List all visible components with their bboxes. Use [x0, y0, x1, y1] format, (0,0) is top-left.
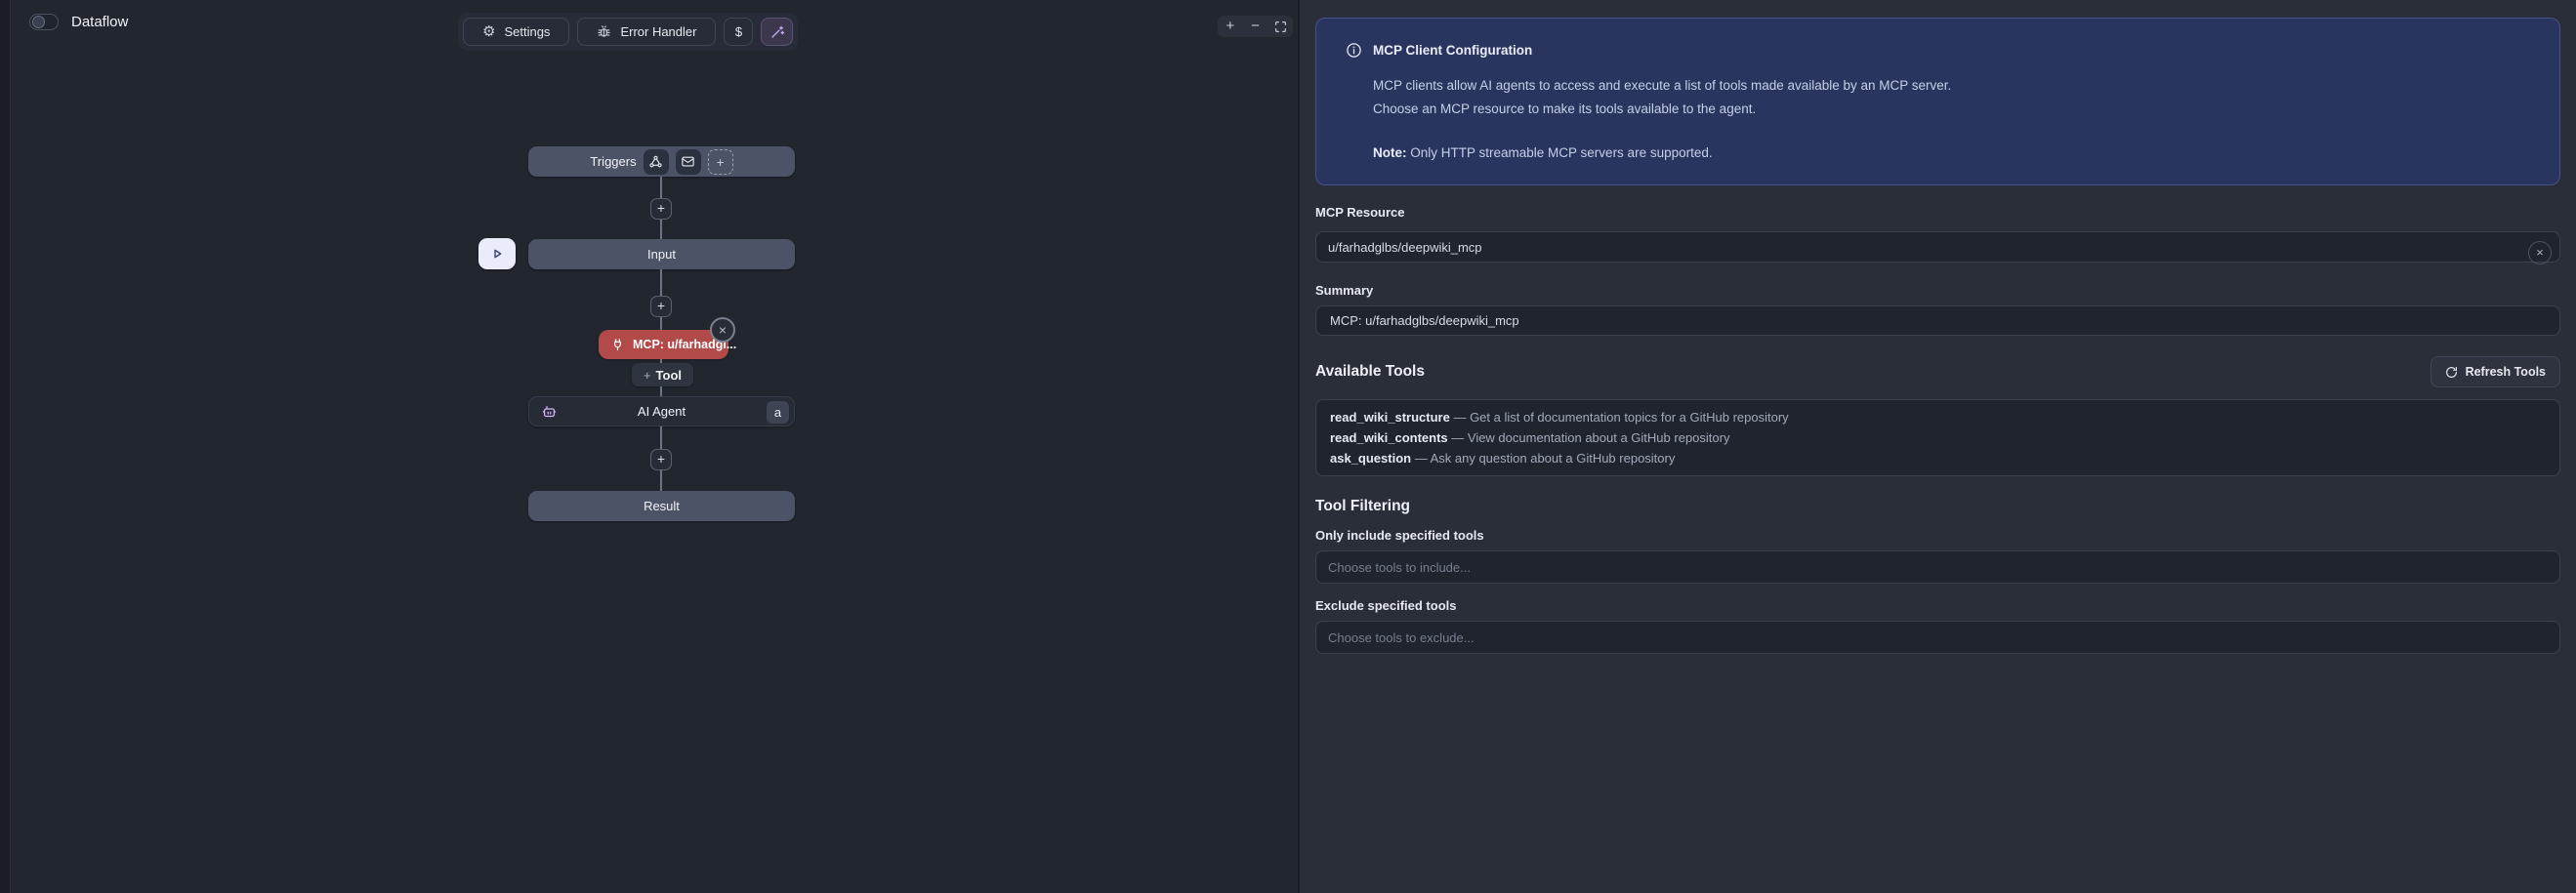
connector-line — [660, 470, 662, 491]
tool-name: read_wiki_structure — [1330, 410, 1450, 425]
info-line-1: MCP clients allow AI agents to access an… — [1373, 74, 2530, 98]
agent-variable-badge: a — [767, 401, 789, 424]
add-step-button-1[interactable]: + — [650, 198, 672, 220]
flow-canvas[interactable]: Dataflow ⚙ Settings Error Handler $ — [11, 0, 1298, 893]
tool-description: — View documentation about a GitHub repo… — [1448, 430, 1730, 445]
available-tools-title: Available Tools — [1315, 363, 1425, 381]
tool-description: — Ask any question about a GitHub reposi… — [1411, 451, 1675, 466]
add-trigger-button[interactable]: + — [708, 149, 733, 175]
mcp-config-panel: MCP Client Configuration MCP clients all… — [1298, 0, 2576, 893]
available-tools-list: read_wiki_structure — Get a list of docu… — [1315, 399, 2560, 476]
settings-label: Settings — [504, 24, 550, 39]
summary-label: Summary — [1315, 283, 2560, 298]
add-step-button-2[interactable]: + — [650, 296, 672, 317]
exclude-tools-label: Exclude specified tools — [1315, 598, 2560, 613]
clear-resource-button[interactable]: × — [2528, 241, 2552, 264]
tool-name: ask_question — [1330, 451, 1411, 466]
plus-icon: + — [644, 368, 651, 383]
remove-mcp-tool-button[interactable]: × — [710, 317, 735, 343]
include-tools-label: Only include specified tools — [1315, 528, 2560, 543]
settings-button[interactable]: ⚙ Settings — [463, 18, 569, 46]
canvas-toolbar: ⚙ Settings Error Handler $ — [458, 13, 798, 51]
add-tool-label: Tool — [656, 368, 682, 383]
tool-row: read_wiki_structure — Get a list of docu… — [1330, 407, 2546, 427]
flow-title: Dataflow — [71, 14, 128, 30]
node-input[interactable]: Input — [528, 239, 795, 269]
summary-input[interactable] — [1315, 305, 2560, 336]
zoom-in-button[interactable]: + — [1219, 16, 1242, 37]
node-triggers-label: Triggers — [590, 154, 636, 169]
fit-view-icon[interactable] — [1268, 16, 1292, 37]
error-handler-button[interactable]: Error Handler — [577, 18, 716, 46]
refresh-tools-label: Refresh Tools — [2466, 365, 2546, 379]
connector-line — [660, 426, 662, 449]
tool-row: read_wiki_contents — View documentation … — [1330, 427, 2546, 448]
add-tool-button[interactable]: + Tool — [632, 363, 693, 386]
magic-wand-button[interactable] — [761, 18, 793, 46]
gear-icon: ⚙ — [482, 24, 495, 39]
note-label: Note: — [1373, 145, 1407, 160]
bug-icon — [597, 24, 611, 39]
connector-line — [660, 269, 662, 296]
exclude-tools-input[interactable] — [1315, 621, 2560, 654]
connector-line — [660, 317, 662, 330]
run-flow-button[interactable] — [478, 238, 516, 269]
node-result[interactable]: Result — [528, 491, 795, 521]
info-title: MCP Client Configuration — [1373, 43, 1532, 58]
error-handler-label: Error Handler — [620, 24, 696, 39]
flow-header: Dataflow — [29, 14, 128, 30]
plug-icon — [610, 338, 625, 352]
zoom-controls: + − — [1218, 16, 1293, 37]
mcp-info-box: MCP Client Configuration MCP clients all… — [1315, 18, 2560, 185]
node-triggers[interactable]: Triggers + — [528, 146, 795, 177]
mcp-resource-label: MCP Resource — [1315, 205, 2560, 220]
info-line-2: Choose an MCP resource to make its tools… — [1373, 98, 2530, 121]
wand-sparkles-icon — [769, 24, 785, 40]
toggle-knob — [32, 16, 45, 28]
tool-description: — Get a list of documentation topics for… — [1450, 410, 1789, 425]
app-window: Dataflow ⚙ Settings Error Handler $ — [0, 0, 2576, 893]
connector-line — [660, 386, 662, 396]
webhook-trigger-icon[interactable] — [644, 149, 669, 175]
include-tools-input[interactable] — [1315, 550, 2560, 584]
play-icon — [489, 246, 505, 262]
refresh-icon — [2445, 366, 2458, 379]
node-mcp-tool[interactable]: MCP: u/farhadgl... — [599, 330, 728, 359]
info-icon — [1346, 42, 1362, 59]
tool-row: ask_question — Ask any question about a … — [1330, 448, 2546, 468]
connector-line — [660, 177, 662, 198]
node-input-label: Input — [647, 247, 676, 262]
note-text: Only HTTP streamable MCP servers are sup… — [1407, 145, 1713, 160]
tool-filtering-title: Tool Filtering — [1315, 498, 2560, 515]
refresh-tools-button[interactable]: Refresh Tools — [2431, 356, 2560, 387]
connector-line — [660, 220, 662, 239]
mcp-resource-input[interactable] — [1315, 231, 2560, 263]
info-note: Note: Only HTTP streamable MCP servers a… — [1373, 145, 2530, 161]
dollar-label: $ — [735, 24, 742, 39]
tool-name: read_wiki_contents — [1330, 430, 1448, 445]
zoom-out-button[interactable]: − — [1243, 16, 1267, 37]
collapsed-sidebar[interactable] — [0, 0, 11, 893]
add-step-button-3[interactable]: + — [650, 449, 672, 470]
node-ai-agent[interactable]: AI Agent a — [528, 396, 795, 426]
email-trigger-icon[interactable] — [676, 149, 701, 175]
dollar-button[interactable]: $ — [724, 18, 753, 46]
node-result-label: Result — [644, 499, 680, 513]
robot-icon — [541, 397, 558, 426]
node-ai-agent-label: AI Agent — [638, 404, 686, 419]
flow-toggle[interactable] — [29, 14, 59, 30]
